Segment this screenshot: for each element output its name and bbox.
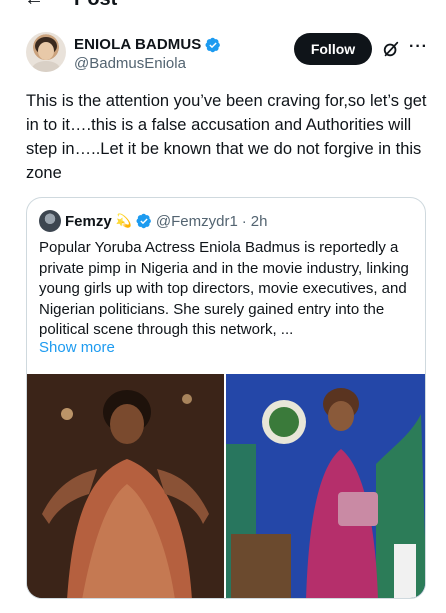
grok-icon[interactable] bbox=[382, 40, 400, 58]
quote-timestamp: 2h bbox=[250, 212, 268, 230]
quote-author-avatar bbox=[39, 210, 61, 232]
more-options-icon[interactable]: ··· bbox=[409, 38, 428, 56]
arrow-left-icon[interactable]: ← bbox=[24, 0, 44, 11]
quoted-post[interactable]: Femzy 💫 @Femzydr1 · 2h Popular Yoruba Ac… bbox=[26, 197, 426, 599]
author-name[interactable]: ENIOLA BADMUS bbox=[74, 36, 201, 53]
show-more-link[interactable]: Show more bbox=[39, 339, 115, 356]
quote-photo-right[interactable] bbox=[226, 374, 425, 598]
author-handle[interactable]: @BadmusEniola bbox=[74, 55, 186, 72]
verified-badge-icon bbox=[136, 213, 151, 229]
quote-author-name: Femzy bbox=[65, 212, 112, 230]
follow-button[interactable]: Follow bbox=[294, 33, 372, 65]
quote-author-handle: @Femzydr1 bbox=[155, 212, 238, 230]
page-title: Post bbox=[74, 0, 117, 11]
top-bar: ← Post bbox=[0, 0, 446, 14]
verified-badge-icon bbox=[205, 37, 221, 52]
quote-separator: · bbox=[241, 212, 247, 230]
quote-author-emoji: 💫 bbox=[115, 213, 132, 228]
post-header: ENIOLA BADMUS @BadmusEniola Follow ··· bbox=[26, 32, 428, 76]
author-avatar[interactable] bbox=[26, 32, 66, 72]
post-text: This is the attention you’ve been cravin… bbox=[26, 92, 427, 182]
quote-text: Popular Yoruba Actress Eniola Badmus is … bbox=[39, 239, 409, 338]
quote-photo-left[interactable] bbox=[27, 374, 224, 598]
